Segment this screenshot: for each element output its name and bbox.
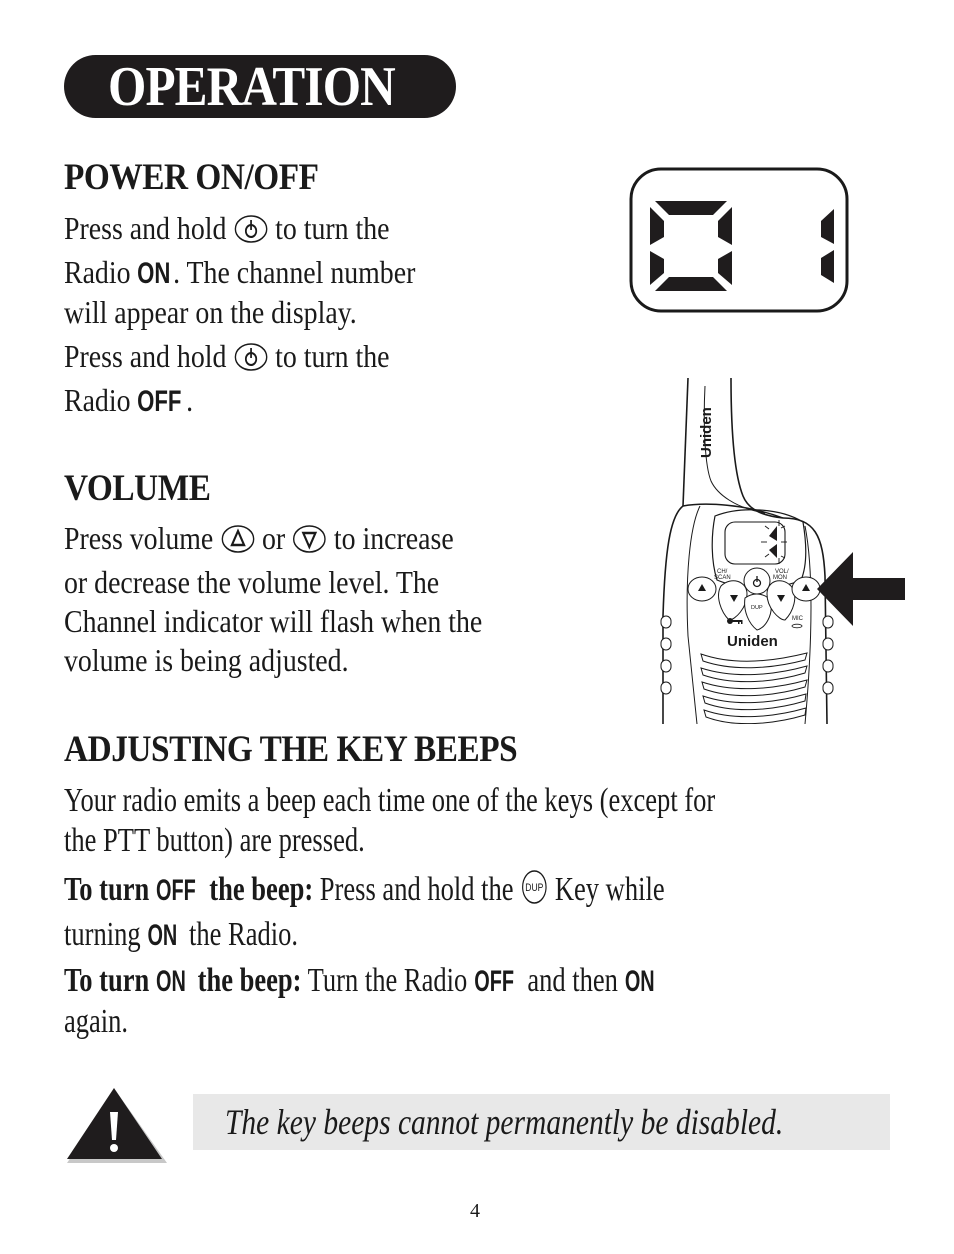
warning-icon [63,1086,169,1169]
lcd-display-illustration [629,167,851,320]
dup-label: DUP [751,605,763,611]
pointer-arrow-icon [817,552,905,626]
scan-label: SCAN [714,575,731,581]
key-beeps-intro-line-1: Your radio emits a beep each time one of… [64,782,716,819]
page-title: OPERATION [108,56,396,118]
on-keyword: ON [155,965,186,998]
on-keyword: ON [624,965,655,998]
power-button-icon [233,214,268,253]
on-keyword: ON [147,919,178,952]
mic-label: MIC [792,616,804,622]
volume-line-2: or decrease the volume level. The [64,564,440,600]
power-line-2: Radio ON. The channel number [64,253,415,293]
turn-on-line-1: To turn ON the beep: Turn the Radio OFF … [64,961,660,1002]
page-number: 4 [470,1200,480,1222]
turn-on-line-2: again. [64,1003,129,1040]
note-box: The key beeps cannot permanently be disa… [193,1094,890,1150]
key-beeps-intro: Your radio emits a beep each time one of… [64,781,715,861]
power-line-5: Radio OFF. [64,381,390,421]
front-brand-label: Uniden [727,633,778,650]
power-heading: POWER ON/OFF [64,157,319,198]
power-line-1: Press and hold to turn the [64,209,415,253]
power-line-3: will appear on the display. [64,294,357,330]
off-keyword: OFF [473,965,514,998]
volume-paragraph: Press volume or to increase or decrease … [64,519,482,680]
key-beeps-intro-line-2: the PTT button) are pressed. [64,822,365,859]
turn-on-beep-instruction: To turn ON the beep: Turn the Radio OFF … [64,961,660,1042]
volume-up-icon [220,524,255,563]
antenna-brand-label: Uniden [698,407,715,458]
volume-down-icon [292,524,327,563]
turn-off-line-1: To turn OFF the beep: Press and hold the… [64,869,665,915]
dup-key-icon: DUP [520,869,548,915]
off-keyword: OFF [137,385,182,418]
key-beeps-heading: ADJUSTING THE KEY BEEPS [64,729,518,770]
power-paragraph-2: Press and hold to turn the Radio OFF. [64,337,390,421]
volume-line-4: volume is being adjusted. [64,642,349,678]
note-text: The key beeps cannot permanently be disa… [225,1102,784,1142]
volume-line-3: Channel indicator will flash when the [64,603,483,639]
off-keyword: OFF [155,874,196,907]
flashing-channel-indicator [769,526,777,558]
dup-key-label: DUP [525,882,543,894]
power-line-4: Press and hold to turn the [64,337,390,381]
turn-off-line-2: turning ON the Radio. [64,915,665,956]
turn-off-beep-instruction: To turn OFF the beep: Press and hold the… [64,869,665,956]
volume-heading: VOLUME [64,468,211,509]
power-paragraph-1: Press and hold to turn the Radio ON. The… [64,209,415,332]
section-title-banner: OPERATION [64,55,456,118]
on-keyword: ON [137,257,171,290]
power-button-icon [233,342,268,381]
volume-line-1: Press volume or to increase [64,519,482,563]
radio-illustration: Uniden CH/ SCAN VOL/ MON DUP MIC Uniden [655,376,910,729]
keylock-icon [727,618,743,624]
